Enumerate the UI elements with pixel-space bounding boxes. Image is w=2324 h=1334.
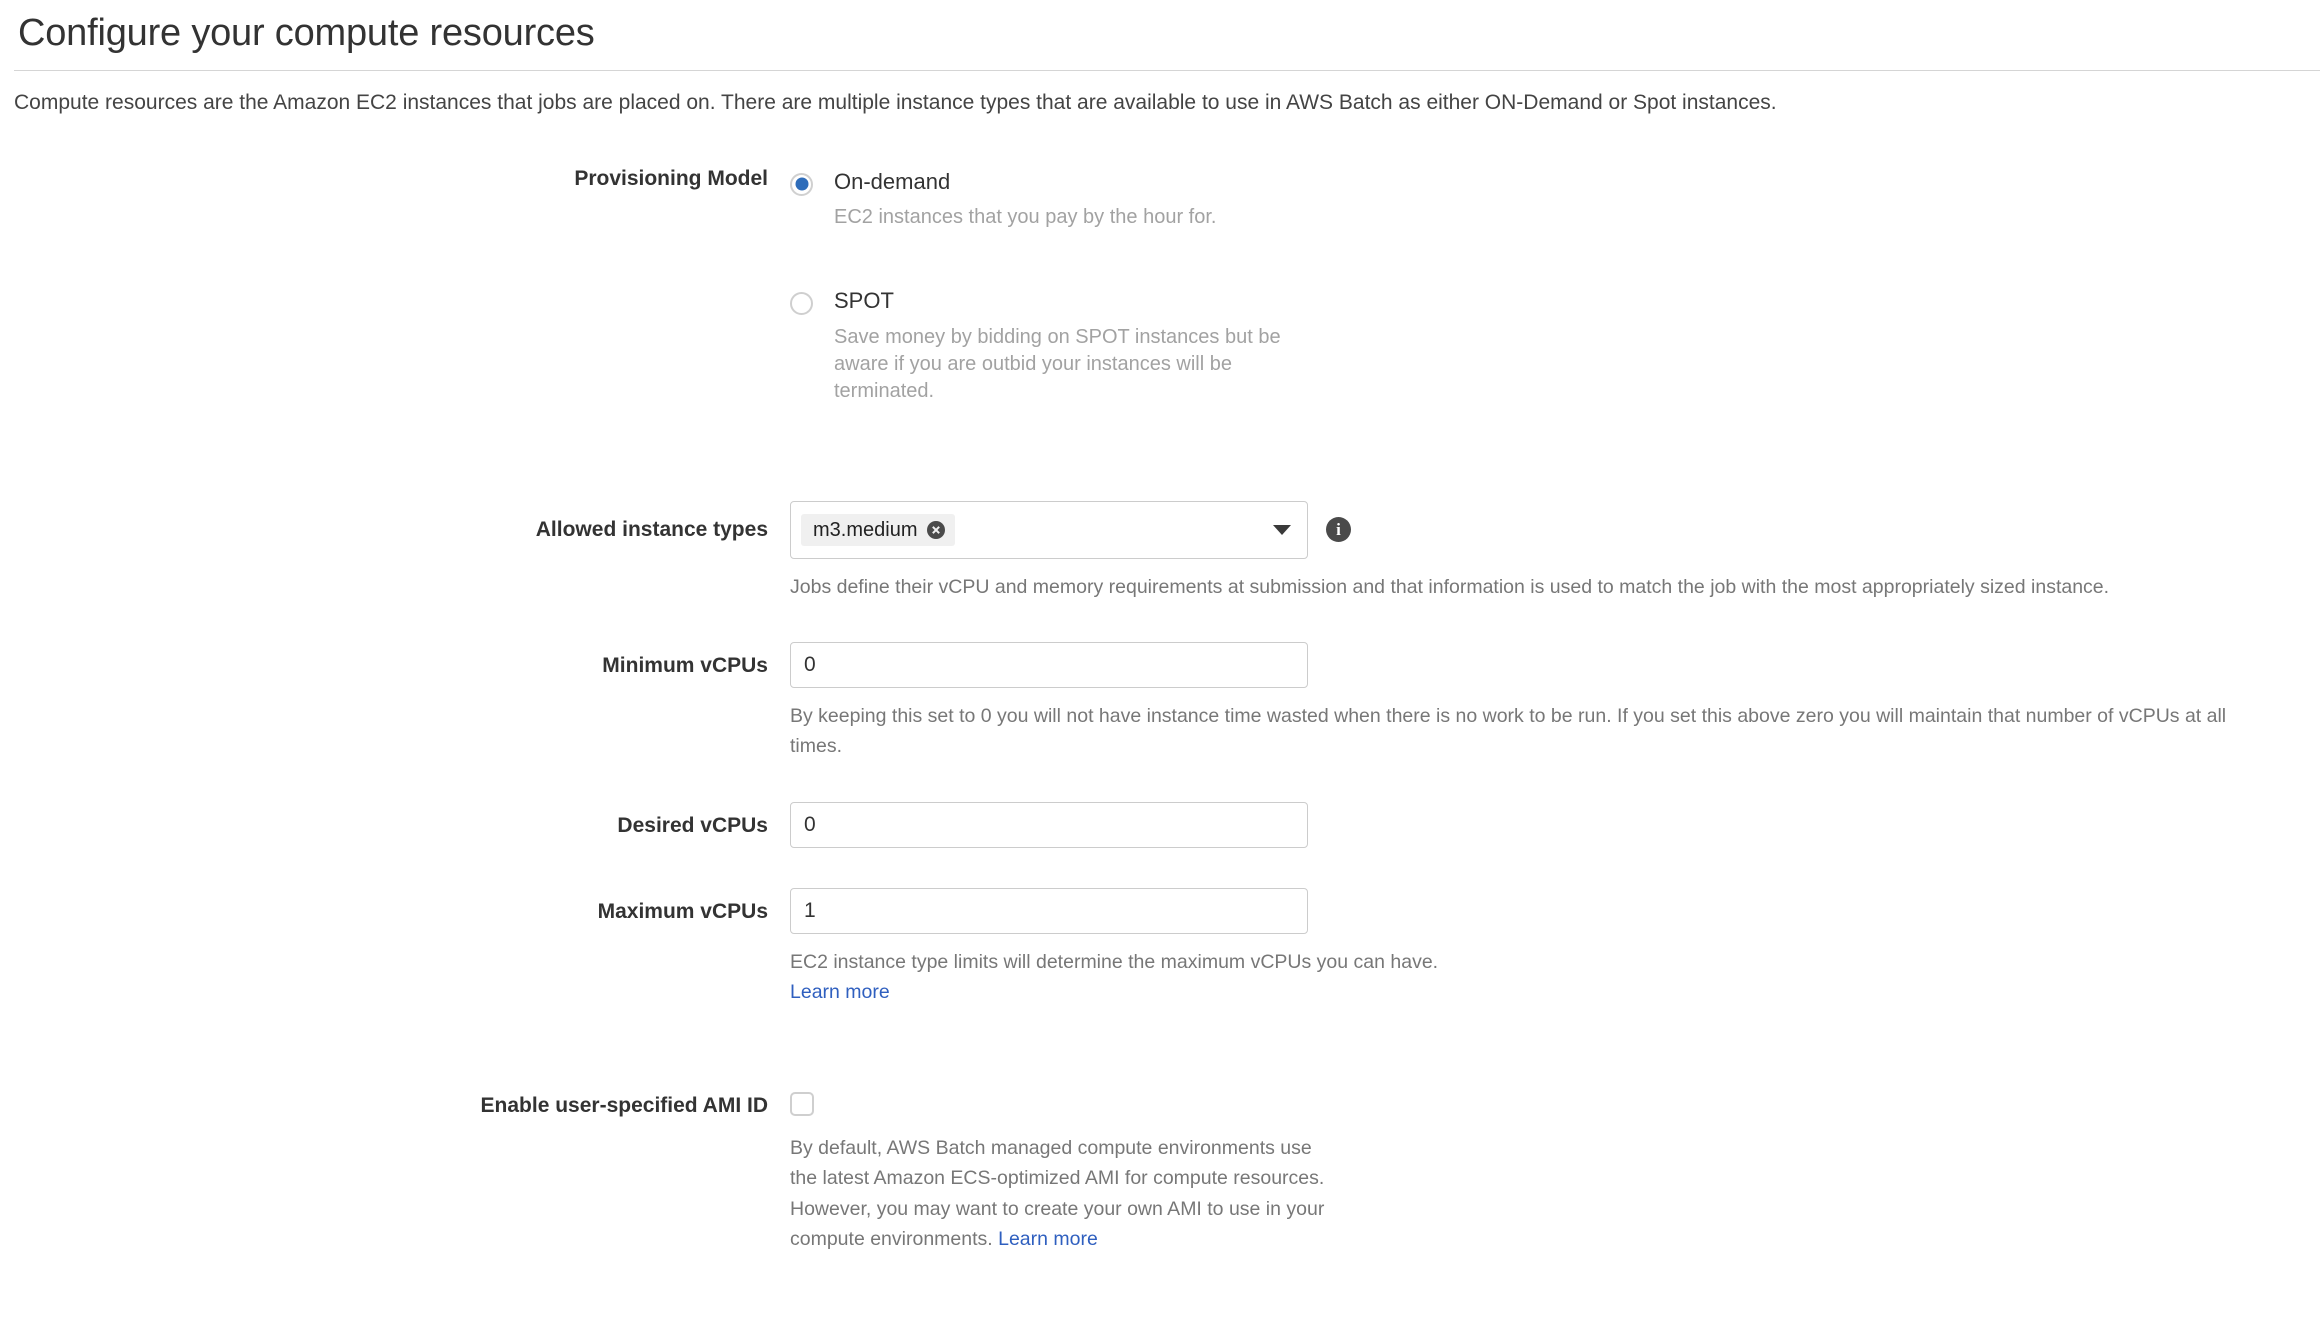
radio-spot-description: Save money by bidding on SPOT instances …	[834, 325, 1281, 402]
radio-option-spot[interactable]: SPOT Save money by bidding on SPOT insta…	[790, 287, 2324, 405]
info-icon[interactable]: i	[1326, 517, 1351, 543]
minimum-vcpus-input[interactable]	[790, 642, 1308, 689]
configure-compute-resources-page: Configure your compute resources Compute…	[0, 0, 2324, 1334]
label-enable-ami: Enable user-specified AMI ID	[480, 1094, 768, 1118]
radio-spot-mark[interactable]	[790, 292, 813, 316]
close-icon[interactable]	[927, 520, 946, 539]
field-provisioning-model: Provisioning Model On-demand EC2 instanc…	[0, 166, 2324, 405]
field-enable-ami: Enable user-specified AMI ID By default,…	[0, 1092, 2324, 1254]
label-provisioning-model: Provisioning Model	[574, 166, 768, 190]
enable-ami-checkbox[interactable]	[790, 1092, 814, 1117]
compute-resources-form: Provisioning Model On-demand EC2 instanc…	[0, 166, 2324, 1254]
label-maximum-vcpus: Maximum vCPUs	[597, 899, 768, 923]
maximum-vcpus-learn-more-link[interactable]: Learn more	[790, 981, 890, 1003]
label-minimum-vcpus: Minimum vCPUs	[602, 654, 768, 678]
page-title: Configure your compute resources	[18, 12, 595, 54]
provisioning-model-radio-group: On-demand EC2 instances that you pay by …	[790, 166, 2324, 405]
radio-spot-label: SPOT	[834, 288, 894, 314]
maximum-vcpus-help: EC2 instance type limits will determine …	[790, 950, 1439, 973]
enable-ami-learn-more-link[interactable]: Learn more	[998, 1228, 1098, 1250]
field-maximum-vcpus: Maximum vCPUs EC2 instance type limits w…	[0, 887, 2324, 1007]
allowed-instance-types-select[interactable]: m3.medium	[790, 500, 1308, 559]
maximum-vcpus-input[interactable]	[790, 887, 1308, 934]
radio-on-demand-description: EC2 instances that you pay by the hour f…	[834, 206, 1217, 229]
label-allowed-instance-types: Allowed instance types	[535, 517, 768, 541]
radio-option-on-demand[interactable]: On-demand EC2 instances that you pay by …	[790, 168, 2324, 232]
page-header: Configure your compute resources Compute…	[0, 0, 2324, 116]
page-subtitle: Compute resources are the Amazon EC2 ins…	[14, 90, 1777, 114]
header-divider	[14, 69, 2320, 71]
field-desired-vcpus: Desired vCPUs	[0, 801, 2324, 848]
minimum-vcpus-help: By keeping this set to 0 you will not ha…	[790, 705, 2227, 758]
instance-type-tag-label: m3.medium	[813, 518, 918, 541]
label-desired-vcpus: Desired vCPUs	[617, 813, 768, 837]
chevron-down-icon[interactable]	[1273, 524, 1291, 535]
field-allowed-instance-types: Allowed instance types m3.medium i Jobs …	[0, 500, 2324, 602]
radio-on-demand-mark[interactable]	[790, 172, 813, 196]
field-minimum-vcpus: Minimum vCPUs By keeping this set to 0 y…	[0, 642, 2324, 761]
radio-on-demand-label: On-demand	[834, 168, 951, 194]
desired-vcpus-input[interactable]	[790, 801, 1308, 848]
allowed-instance-types-help: Jobs define their vCPU and memory requir…	[790, 575, 2110, 598]
instance-type-tag: m3.medium	[801, 513, 956, 546]
